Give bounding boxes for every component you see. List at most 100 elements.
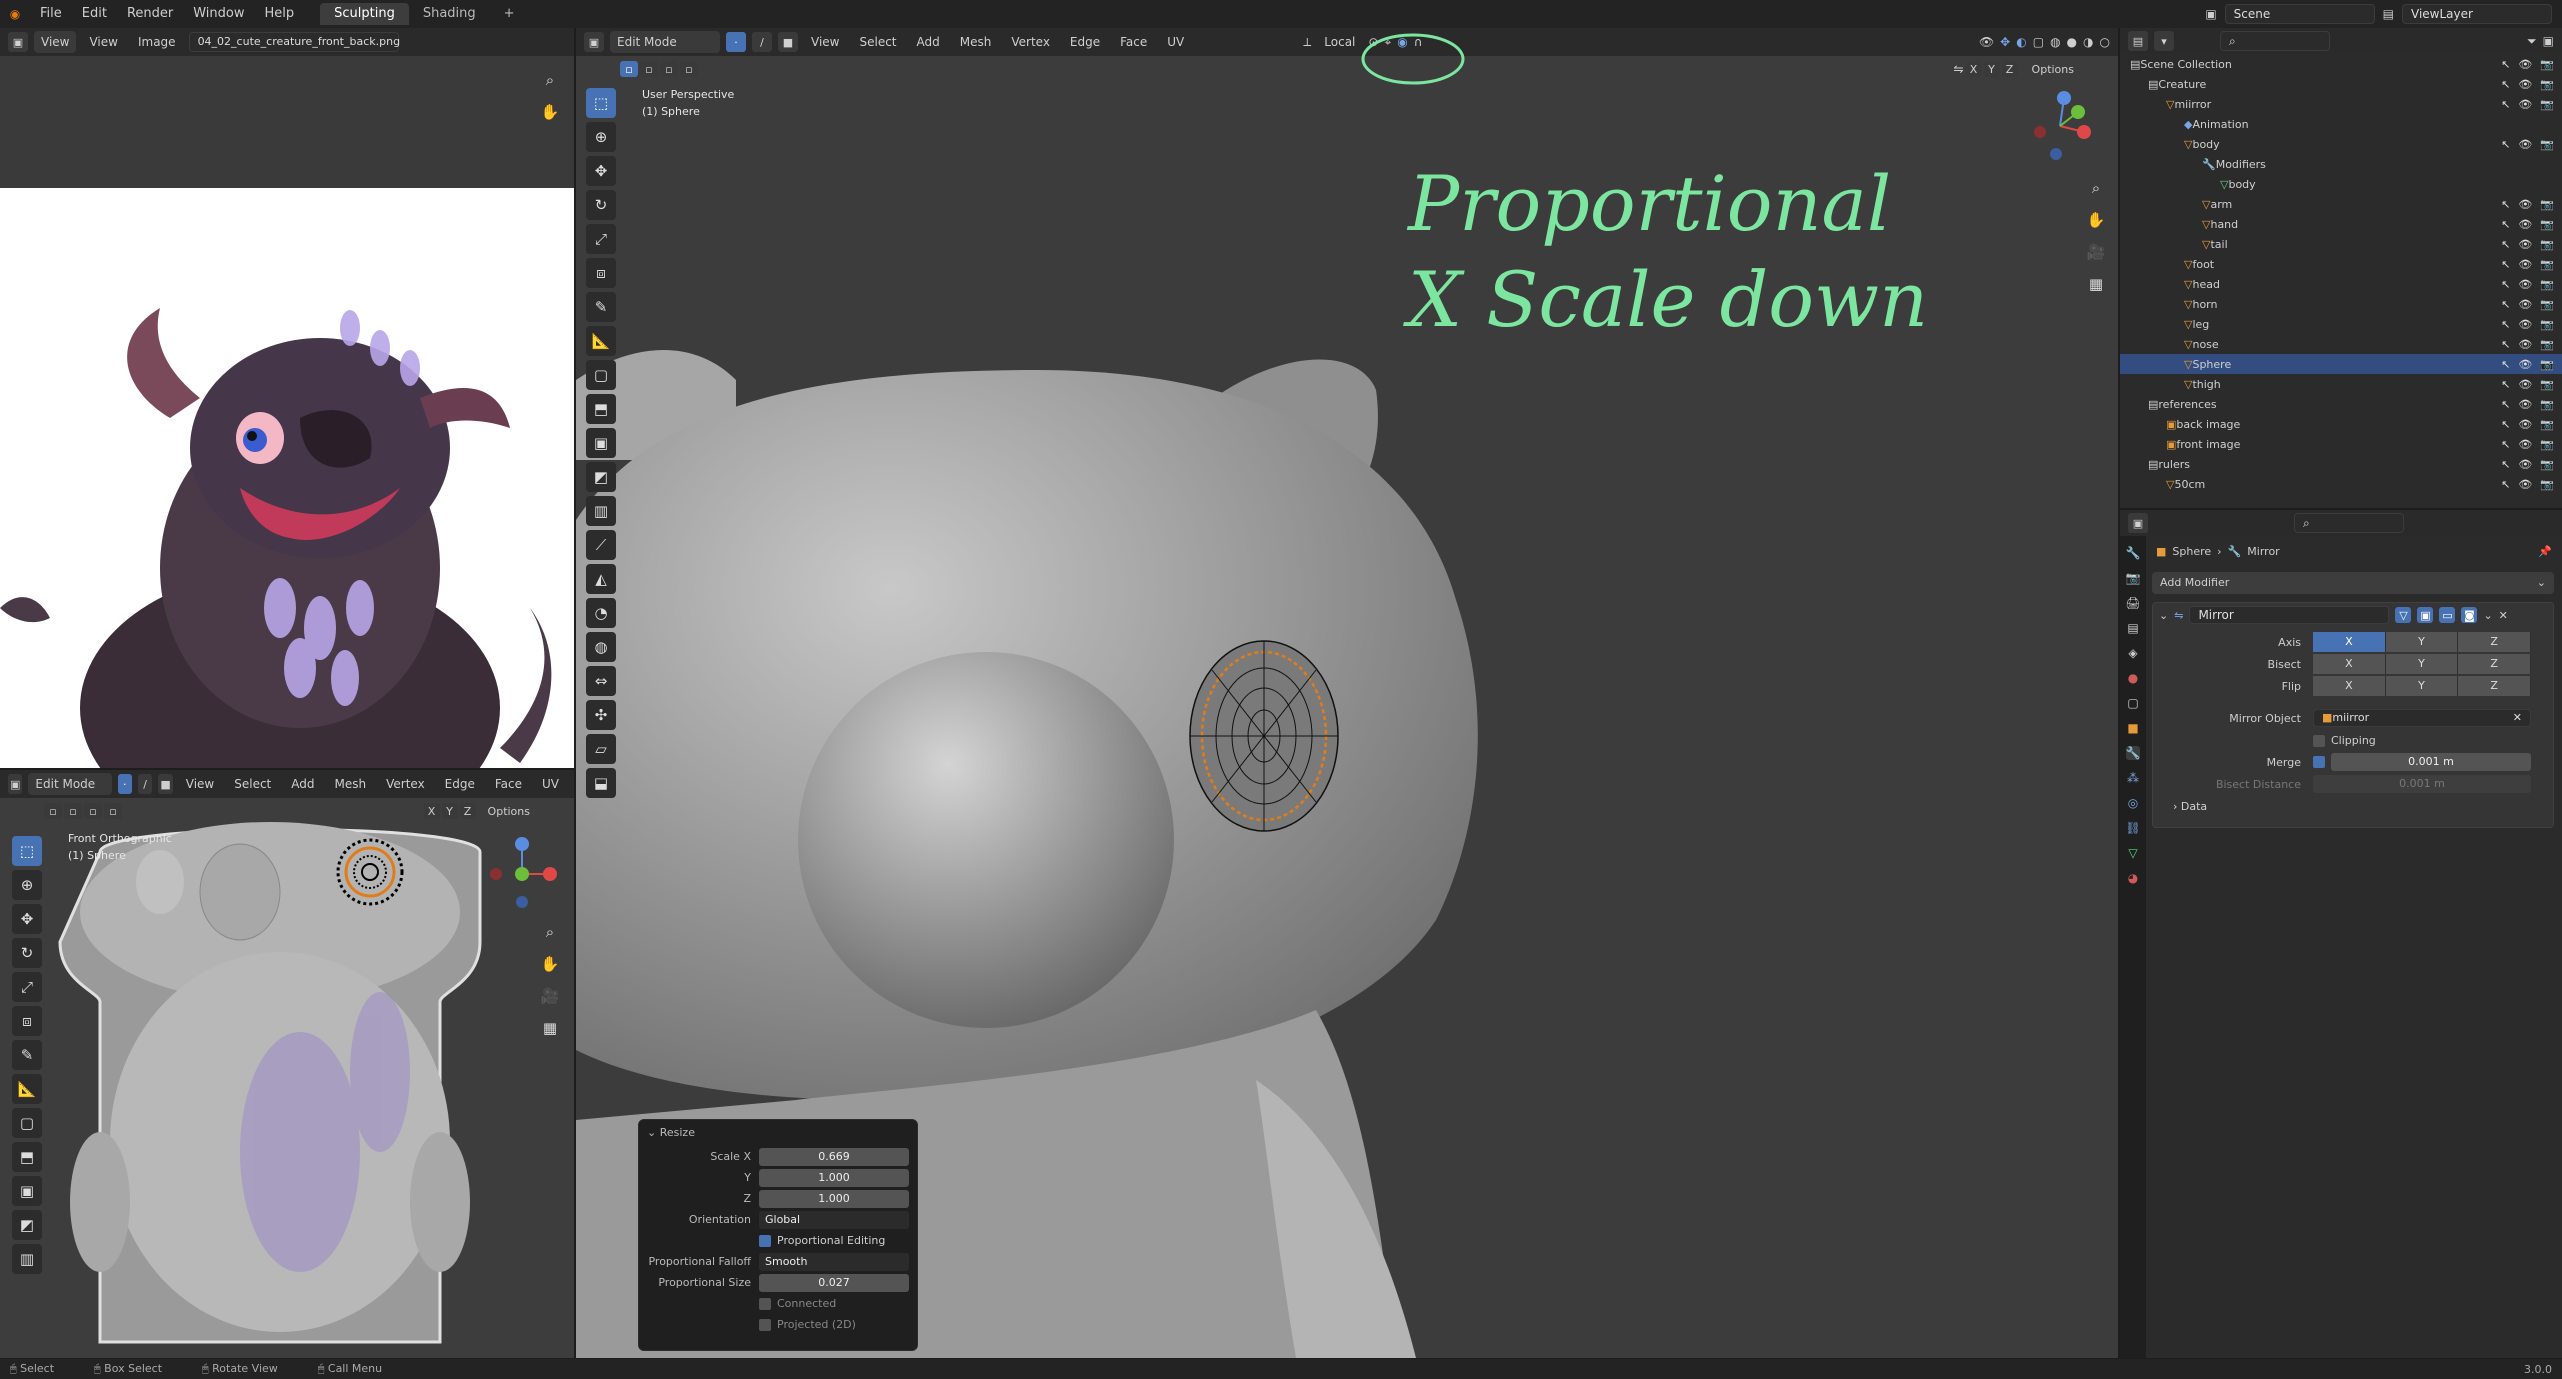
polybuild-tool-icon[interactable]: ◭: [586, 564, 616, 594]
camera-icon[interactable]: 📷: [2540, 438, 2554, 451]
menu-image[interactable]: Image: [131, 31, 183, 53]
select-subtract-icon[interactable]: ▫: [660, 61, 678, 77]
physics-tab-icon[interactable]: ◎: [2128, 796, 2138, 810]
pan-hand-icon[interactable]: ✋: [538, 100, 562, 124]
resize-panel-title[interactable]: ⌄ Resize: [647, 1126, 909, 1146]
data-tab-icon[interactable]: ▽: [2128, 846, 2137, 860]
pin-icon[interactable]: 📌: [2538, 545, 2552, 558]
edge-select-icon[interactable]: /: [752, 32, 772, 52]
select-arrow-icon[interactable]: ↖: [2501, 418, 2510, 431]
proportional-size-field[interactable]: 0.027: [759, 1273, 909, 1292]
axis-y-button[interactable]: Y: [2385, 632, 2459, 652]
grid-icon[interactable]: ▦: [538, 1016, 562, 1040]
projected-checkbox[interactable]: Projected (2D): [759, 1318, 856, 1331]
inset-tool-icon[interactable]: ▣: [586, 428, 616, 458]
collection-tab-icon[interactable]: ▢: [2127, 696, 2138, 710]
properties-search[interactable]: ⌕: [2294, 513, 2404, 533]
editor-type-icon[interactable]: ▣: [584, 32, 604, 52]
loopcut-tool-icon[interactable]: ▥: [12, 1244, 42, 1274]
outliner-row[interactable]: ▽ nose ↖ 👁 📷: [2120, 334, 2562, 354]
outliner-row[interactable]: 🔧 Modifiers: [2120, 154, 2562, 174]
edit-cage-icon[interactable]: ▽: [2395, 607, 2412, 623]
eye-icon[interactable]: 👁: [2518, 98, 2532, 111]
outliner-row[interactable]: ▽ 50cm ↖ 👁 📷: [2120, 474, 2562, 494]
add-cube-tool-icon[interactable]: ▢: [586, 360, 616, 390]
vertex-select-icon[interactable]: ·: [726, 32, 746, 52]
scale-tool-icon[interactable]: ⤢: [586, 224, 616, 254]
spin-tool-icon[interactable]: ◔: [586, 598, 616, 628]
camera-icon[interactable]: 📷: [2540, 458, 2554, 471]
select-arrow-icon[interactable]: ↖: [2501, 378, 2510, 391]
measure-tool-icon[interactable]: 📐: [12, 1074, 42, 1104]
outliner-row[interactable]: ◆ Animation: [2120, 114, 2562, 134]
mode-dropdown[interactable]: Edit Mode: [28, 773, 112, 795]
camera-icon[interactable]: 📷: [2540, 478, 2554, 491]
new-collection-icon[interactable]: ▣: [2543, 34, 2554, 48]
menu-face[interactable]: Face: [1113, 31, 1154, 53]
bevel-tool-icon[interactable]: ◩: [586, 462, 616, 492]
editor-type-icon[interactable]: ▣: [8, 32, 28, 52]
shrink-tool-icon[interactable]: ✣: [586, 700, 616, 730]
particles-tab-icon[interactable]: ⁂: [2127, 771, 2139, 785]
move-tool-icon[interactable]: ✥: [12, 904, 42, 934]
eye-icon[interactable]: 👁: [2518, 258, 2532, 271]
mirror-object-field[interactable]: ■ miirror ✕: [2313, 709, 2531, 727]
menu-mesh[interactable]: Mesh: [328, 773, 374, 795]
shear-tool-icon[interactable]: ▱: [586, 734, 616, 764]
menu-window[interactable]: Window: [183, 0, 254, 28]
camera-icon[interactable]: 📷: [2540, 358, 2554, 371]
tab-shading[interactable]: Shading: [409, 3, 490, 25]
select-box-tool-icon[interactable]: ⬚: [586, 88, 616, 118]
outliner-row[interactable]: ▽ thigh ↖ 👁 📷: [2120, 374, 2562, 394]
mode-dropdown[interactable]: Edit Mode: [610, 31, 720, 53]
eye-icon[interactable]: 👁: [2518, 58, 2532, 71]
menu-edge[interactable]: Edge: [438, 773, 482, 795]
xray-icon[interactable]: ▢: [2033, 35, 2044, 49]
gizmo-toggle-icon[interactable]: ✥: [2000, 35, 2010, 49]
select-arrow-icon[interactable]: ↖: [2501, 258, 2510, 271]
edge-select-icon[interactable]: /: [137, 774, 153, 794]
image-name-field[interactable]: 04_02_cute_creature_front_back.png: [188, 32, 400, 52]
cursor-tool-icon[interactable]: ⊕: [586, 122, 616, 152]
knife-tool-icon[interactable]: ⟋: [586, 530, 616, 560]
editmode-toggle-icon[interactable]: ▣: [2417, 607, 2434, 623]
scene-tab-icon[interactable]: ◈: [2128, 646, 2137, 660]
resize-operator-panel[interactable]: ⌄ Resize Scale X 0.669 Y 1.000 Z 1.000 Orie…: [638, 1119, 918, 1351]
outliner-row[interactable]: ▽ body ↖ 👁 📷: [2120, 134, 2562, 154]
scale-x-field[interactable]: 0.669: [759, 1147, 909, 1166]
zoom-icon[interactable]: ⌕: [2084, 176, 2108, 200]
camera-icon[interactable]: 🎥: [2084, 240, 2108, 264]
camera-icon[interactable]: 📷: [2540, 78, 2554, 91]
menu-edge[interactable]: Edge: [1063, 31, 1107, 53]
select-extend-icon[interactable]: ▫: [64, 803, 82, 819]
axis-y-toggle[interactable]: Y: [441, 803, 458, 819]
bisect-y-button[interactable]: Y: [2385, 654, 2459, 674]
inset-tool-icon[interactable]: ▣: [12, 1176, 42, 1206]
select-arrow-icon[interactable]: ↖: [2501, 398, 2510, 411]
perspective-toggle-icon[interactable]: ▦: [2084, 272, 2108, 296]
select-arrow-icon[interactable]: ↖: [2501, 78, 2510, 91]
camera-icon[interactable]: 📷: [2540, 238, 2554, 251]
outliner-row[interactable]: ▽ arm ↖ 👁 📷: [2120, 194, 2562, 214]
scale-y-field[interactable]: 1.000: [759, 1168, 909, 1187]
add-workspace-button[interactable]: +: [490, 3, 529, 25]
axis-x-button[interactable]: X: [2313, 632, 2386, 652]
select-box-tool-icon[interactable]: ⬚: [12, 836, 42, 866]
select-mode-icon[interactable]: ▫: [620, 61, 638, 77]
proportional-editing-checkbox[interactable]: Proportional Editing: [759, 1234, 885, 1247]
menu-select[interactable]: Select: [852, 31, 903, 53]
select-arrow-icon[interactable]: ↖: [2501, 358, 2510, 371]
transform-tool-icon[interactable]: ⧈: [12, 1006, 42, 1036]
camera-icon[interactable]: 📷: [2540, 138, 2554, 151]
select-arrow-icon[interactable]: ↖: [2501, 98, 2510, 111]
axis-z-toggle[interactable]: Z: [2001, 61, 2018, 77]
camera-icon[interactable]: 📷: [2540, 378, 2554, 391]
add-cube-tool-icon[interactable]: ▢: [12, 1108, 42, 1138]
eye-icon[interactable]: 👁: [2518, 418, 2532, 431]
chevron-down-icon[interactable]: ⌄: [2159, 609, 2168, 622]
editor-type-icon[interactable]: ▣: [2128, 513, 2148, 533]
outliner-row[interactable]: ▤ references ↖ 👁 📷: [2120, 394, 2562, 414]
axis-x-toggle[interactable]: X: [423, 803, 440, 819]
bisect-x-button[interactable]: X: [2313, 654, 2386, 674]
select-arrow-icon[interactable]: ↖: [2501, 198, 2510, 211]
